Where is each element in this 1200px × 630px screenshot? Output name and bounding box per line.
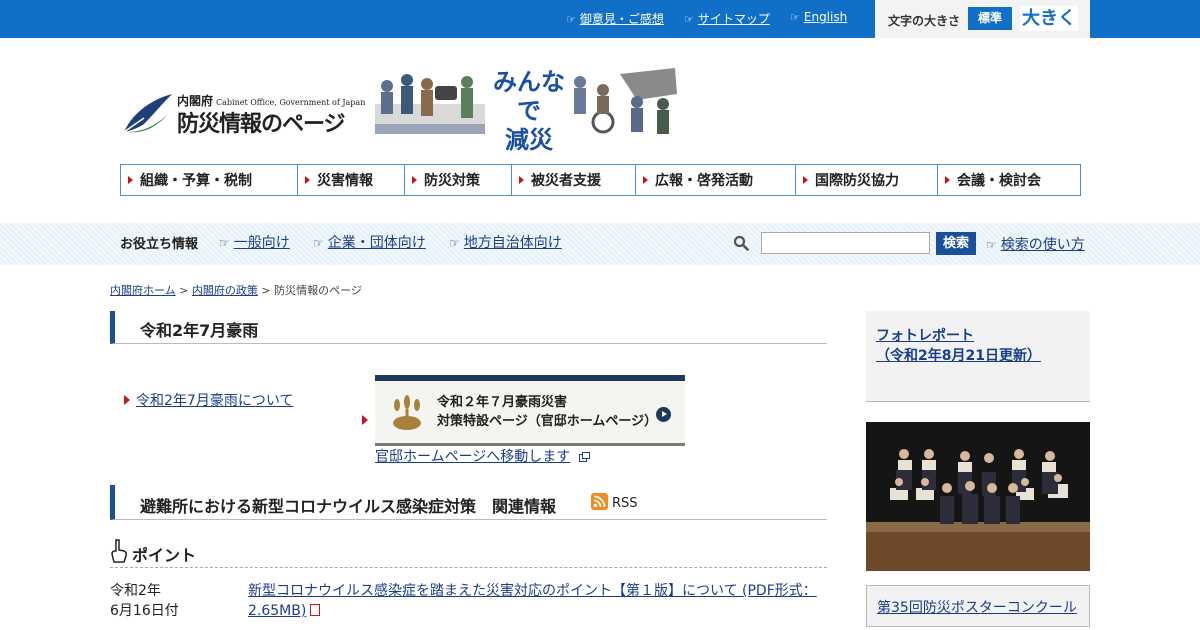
nav-disaster-prevention[interactable]: 防災対策 [405,165,512,195]
triangle-marker-icon [945,176,950,184]
point-title: ポイント [132,546,197,565]
rss-label: RSS [612,496,638,511]
search-help-link[interactable]: ☞ 検索の使い方 [986,234,1085,254]
section-title: 避難所における新型コロナウイルス感染症対策 関連情報 [140,497,557,516]
nav-victim-support[interactable]: 被災者支援 [512,165,636,195]
triangle-marker-icon [643,176,648,184]
breadcrumb: 内閣府ホーム > 内閣府の政策 > 防災情報のページ [110,282,362,298]
covid-points-pdf-link[interactable]: 新型コロナウイルス感染症を踏まえた災害対応のポイント【第１版】について (PDF… [248,583,817,619]
triangle-marker-icon [124,395,130,405]
nav-disaster-info[interactable]: 災害情報 [298,165,405,195]
triangle-marker-icon [412,176,417,184]
award-ceremony-photo[interactable] [866,422,1090,571]
section-title: 令和2年7月豪雨 [140,321,259,340]
logo-title: 防災情報のページ [177,112,346,137]
breadcrumb-separator: > [261,284,271,297]
english-link[interactable]: ☞ English [790,10,847,24]
font-size-standard-button[interactable]: 標準 [968,7,1012,30]
pointing-hand-icon: ☞ [566,13,576,26]
july-rain-link[interactable]: 令和2年7月豪雨について [136,393,293,409]
nav-label: 組織・予算・税制 [140,173,252,189]
triangle-marker-icon [305,176,310,184]
triangle-marker-icon [803,176,808,184]
circle-arrow-icon [656,407,671,422]
font-size-switcher: 文字の大きさ 標準 大きく [875,0,1090,38]
nav-meetings[interactable]: 会議・検討会 [938,165,1080,195]
pointing-hand-icon: ☞ [986,238,997,252]
triangle-marker-icon [519,176,524,184]
slogan-text: みんなで 減災 [493,68,565,154]
nav-label: 広報・啓発活動 [655,173,753,189]
triangle-marker-icon [128,176,133,184]
section-heading-covid-shelter: 避難所における新型コロナウイルス感染症対策 関連情報 [110,485,827,520]
nav-organization-budget[interactable]: 組織・予算・税制 [121,165,298,195]
triangle-marker-icon [362,415,368,425]
genkai-banner-illustration: みんなで 減災 [375,64,680,154]
covid-points-pdf-item: 新型コロナウイルス感染症を踏まえた災害対応のポイント【第１版】について (PDF… [248,581,823,621]
nav-label: 国際防災協力 [815,173,899,189]
pointing-hand-icon: ☞ [449,236,460,250]
font-size-large-button[interactable]: 大きく [1020,6,1078,31]
font-size-label: 文字の大きさ [888,14,961,28]
english-link-label: English [803,10,848,24]
nav-international-cooperation[interactable]: 国際防災協力 [796,165,938,195]
nav-public-relations[interactable]: 広報・啓発活動 [636,165,796,195]
breadcrumb-home[interactable]: 内閣府ホーム [110,284,176,297]
helpful-info-title: お役立ち情報 [120,237,199,252]
main-navigation: 組織・予算・税制 災害情報 防災対策 被災者支援 広報・啓発活動 国際防災協力 … [120,164,1081,196]
search-icon [733,235,749,251]
sitemap-link[interactable]: ☞ サイトマップ [684,10,770,27]
section-heading-july-rain: 令和2年7月豪雨 [110,311,827,344]
item-date: 令和2年 6月16日付 [110,583,179,619]
breadcrumb-policies[interactable]: 内閣府の政策 [192,284,258,297]
ceremony-photo-image [866,422,1090,571]
nav-label: 被災者支援 [531,173,601,189]
pdf-icon [310,604,321,616]
search-button[interactable]: 検索 [936,232,976,255]
nav-label: 防災対策 [424,173,480,189]
photo-report-box: フォトレポート （令和2年8月21日更新） [866,311,1090,402]
for-local-governments-link[interactable]: ☞ 地方自治体向け [449,232,562,252]
feedback-link[interactable]: ☞ 御意見・ご感想 [566,10,664,27]
helpful-info-strip: お役立ち情報 ☞ 一般向け ☞ 企業・団体向け ☞ 地方自治体向け 検索 ☞ 検索の使い… [0,223,1200,265]
cabinet-office-emblem-icon [123,94,172,133]
nav-label: 会議・検討会 [957,173,1041,189]
poster-contest-box: 第35回防災ポスターコンクール [866,585,1090,627]
pointing-finger-icon [111,539,127,563]
nav-label: 災害情報 [317,173,373,189]
search-input[interactable] [761,232,930,254]
rss-link[interactable]: RSS [591,493,638,511]
site-logo[interactable]: 内閣府 Cabinet Office, Government of Japan 防… [122,88,372,137]
kantei-special-page-banner[interactable]: 令和２年７月豪雨災害 対策特設ページ（官邸ホームページ） [375,375,685,443]
paulownia-crest-icon [393,395,421,430]
kantei-banner-text: 令和２年７月豪雨災害 対策特設ページ（官邸ホームページ） [437,395,658,429]
photo-report-link[interactable]: フォトレポート （令和2年8月21日更新） [876,326,1041,366]
july-rain-link-item: 令和2年7月豪雨について [124,390,293,410]
sitemap-link-label: サイトマップ [697,12,770,26]
feedback-link-label: 御意見・ご感想 [579,12,664,26]
poster-contest-link[interactable]: 第35回防災ポスターコンクール [877,597,1077,617]
pointing-hand-icon: ☞ [790,11,800,24]
pointing-hand-icon: ☞ [219,236,230,250]
rss-icon [591,493,608,510]
pointing-hand-icon: ☞ [313,236,324,250]
top-utility-bar: ☞ 御意見・ご感想 ☞ サイトマップ ☞ English 文字の大きさ 標準 大きく [0,0,1200,38]
breadcrumb-current: 防災情報のページ [274,284,362,297]
external-window-icon [578,452,590,462]
for-general-public-link[interactable]: ☞ 一般向け [219,232,290,252]
pointing-hand-icon: ☞ [684,13,694,26]
point-subheading: ポイント [110,538,827,568]
for-companies-link[interactable]: ☞ 企業・団体向け [313,232,426,252]
breadcrumb-separator: > [179,284,189,297]
kantei-external-link[interactable]: 官邸ホームページへ移動します [375,449,570,465]
kantei-external-link-item: 官邸ホームページへ移動します [375,446,590,466]
